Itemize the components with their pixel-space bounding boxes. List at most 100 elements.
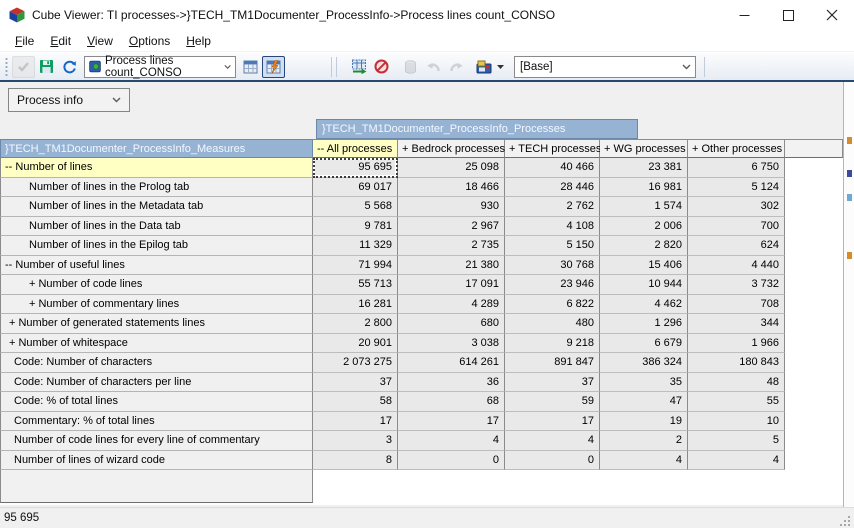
- title-dimension-selector[interactable]: Process info: [8, 88, 130, 112]
- grid-cell[interactable]: 4: [398, 431, 505, 451]
- grid-cell[interactable]: 17 091: [398, 275, 505, 295]
- grid-cell[interactable]: 3: [313, 431, 398, 451]
- grid-cell[interactable]: 6 679: [600, 334, 688, 354]
- grid-cell[interactable]: 6 750: [688, 158, 785, 178]
- grid-cell[interactable]: 624: [688, 236, 785, 256]
- grid-cell[interactable]: 4 462: [600, 295, 688, 315]
- resize-grip-icon[interactable]: [839, 515, 852, 528]
- grid-cell[interactable]: 2 073 275: [313, 353, 398, 373]
- grid-cell[interactable]: 23 946: [505, 275, 600, 295]
- grid-cell[interactable]: 4: [505, 431, 600, 451]
- grid-cell[interactable]: 2 006: [600, 217, 688, 237]
- grid-cell[interactable]: 37: [313, 373, 398, 393]
- row-label[interactable]: Number of lines in the Data tab: [0, 217, 313, 237]
- grid-cell[interactable]: 0: [505, 451, 600, 471]
- close-button[interactable]: [810, 0, 854, 30]
- commit-button[interactable]: [12, 56, 35, 78]
- grid-cell[interactable]: 3 732: [688, 275, 785, 295]
- row-label[interactable]: + Number of commentary lines: [0, 295, 313, 315]
- export-dropdown-button[interactable]: [495, 56, 506, 78]
- grid-cell[interactable]: 5 150: [505, 236, 600, 256]
- column-dimension-header[interactable]: }TECH_TM1Documenter_ProcessInfo_Processe…: [316, 119, 638, 139]
- grid-cell[interactable]: 2 800: [313, 314, 398, 334]
- grid-cell[interactable]: 47: [600, 392, 688, 412]
- grid-cell[interactable]: 5 568: [313, 197, 398, 217]
- grid-cell[interactable]: 5: [688, 431, 785, 451]
- grid-cell[interactable]: 302: [688, 197, 785, 217]
- grid-cell[interactable]: 708: [688, 295, 785, 315]
- grid-cell[interactable]: 16 281: [313, 295, 398, 315]
- active-slice-button[interactable]: [262, 56, 285, 78]
- grid-cell[interactable]: 59: [505, 392, 600, 412]
- grid-cell[interactable]: 48: [688, 373, 785, 393]
- recalculate-button[interactable]: [58, 56, 81, 78]
- grid-cell[interactable]: 10: [688, 412, 785, 432]
- row-label[interactable]: -- Number of useful lines: [0, 256, 313, 276]
- redo-button[interactable]: [445, 56, 468, 78]
- row-label[interactable]: Number of lines of wizard code: [0, 451, 313, 471]
- grid-cell[interactable]: 68: [398, 392, 505, 412]
- column-header[interactable]: + TECH processes: [505, 139, 600, 158]
- menu-file[interactable]: File: [7, 31, 42, 51]
- row-label[interactable]: + Number of whitespace: [0, 334, 313, 354]
- minimize-button[interactable]: [722, 0, 766, 30]
- grid-cell[interactable]: 9 218: [505, 334, 600, 354]
- grid-cell[interactable]: 930: [398, 197, 505, 217]
- grid-cell[interactable]: 1 296: [600, 314, 688, 334]
- grid-cell[interactable]: 9 781: [313, 217, 398, 237]
- grid-cell[interactable]: 5 124: [688, 178, 785, 198]
- export-button[interactable]: [472, 56, 495, 78]
- row-label[interactable]: + Number of code lines: [0, 275, 313, 295]
- row-label[interactable]: Number of lines in the Epilog tab: [0, 236, 313, 256]
- grid-cell[interactable]: 4: [688, 451, 785, 471]
- toolbar-grip[interactable]: [4, 57, 9, 77]
- grid-cell[interactable]: 480: [505, 314, 600, 334]
- menu-edit[interactable]: Edit: [42, 31, 79, 51]
- grid-cell[interactable]: 20 901: [313, 334, 398, 354]
- grid-cell[interactable]: 55 713: [313, 275, 398, 295]
- menu-help[interactable]: Help: [178, 31, 219, 51]
- column-header[interactable]: + WG processes: [600, 139, 688, 158]
- grid-cell[interactable]: 180 843: [688, 353, 785, 373]
- grid-cell[interactable]: 35: [600, 373, 688, 393]
- grid-cell[interactable]: 700: [688, 217, 785, 237]
- grid-cell[interactable]: 614 261: [398, 353, 505, 373]
- column-header[interactable]: + Other processes: [688, 139, 785, 158]
- grid-cell[interactable]: 17: [505, 412, 600, 432]
- grid-cell[interactable]: 16 981: [600, 178, 688, 198]
- grid-cell[interactable]: 15 406: [600, 256, 688, 276]
- grid-cell[interactable]: 2 820: [600, 236, 688, 256]
- grid-cell[interactable]: 58: [313, 392, 398, 412]
- grid-cell[interactable]: 2 735: [398, 236, 505, 256]
- grid-cell[interactable]: 21 380: [398, 256, 505, 276]
- save-view-button[interactable]: [35, 56, 58, 78]
- row-label[interactable]: Code: Number of characters: [0, 353, 313, 373]
- grid-cell[interactable]: 18 466: [398, 178, 505, 198]
- grid-cell[interactable]: 8: [313, 451, 398, 471]
- grid-cell[interactable]: 386 324: [600, 353, 688, 373]
- grid-cell[interactable]: 4 108: [505, 217, 600, 237]
- column-header[interactable]: -- All processes: [313, 139, 398, 158]
- menu-options[interactable]: Options: [121, 31, 178, 51]
- grid-cell[interactable]: 19: [600, 412, 688, 432]
- grid-cell[interactable]: 30 768: [505, 256, 600, 276]
- grid-cell[interactable]: 23 381: [600, 158, 688, 178]
- grid-cell[interactable]: 10 944: [600, 275, 688, 295]
- database-button[interactable]: [399, 56, 422, 78]
- grid-cell[interactable]: 1 574: [600, 197, 688, 217]
- auto-recalc-button[interactable]: [347, 56, 370, 78]
- row-label[interactable]: Commentary: % of total lines: [0, 412, 313, 432]
- row-label[interactable]: Code: Number of characters per line: [0, 373, 313, 393]
- grid-cell[interactable]: 2: [600, 431, 688, 451]
- grid-cell[interactable]: 40 466: [505, 158, 600, 178]
- column-header[interactable]: + Bedrock processes: [398, 139, 505, 158]
- row-label[interactable]: + Number of generated statements lines: [0, 314, 313, 334]
- grid-cell[interactable]: 36: [398, 373, 505, 393]
- row-label[interactable]: -- Number of lines: [0, 158, 313, 178]
- maximize-button[interactable]: [766, 0, 810, 30]
- view-selector[interactable]: Process lines count_CONSO: [84, 56, 236, 78]
- grid-cell[interactable]: 17: [398, 412, 505, 432]
- grid-cell[interactable]: 95 695: [313, 158, 398, 178]
- grid-cell[interactable]: 3 038: [398, 334, 505, 354]
- row-label[interactable]: Number of lines in the Prolog tab: [0, 178, 313, 198]
